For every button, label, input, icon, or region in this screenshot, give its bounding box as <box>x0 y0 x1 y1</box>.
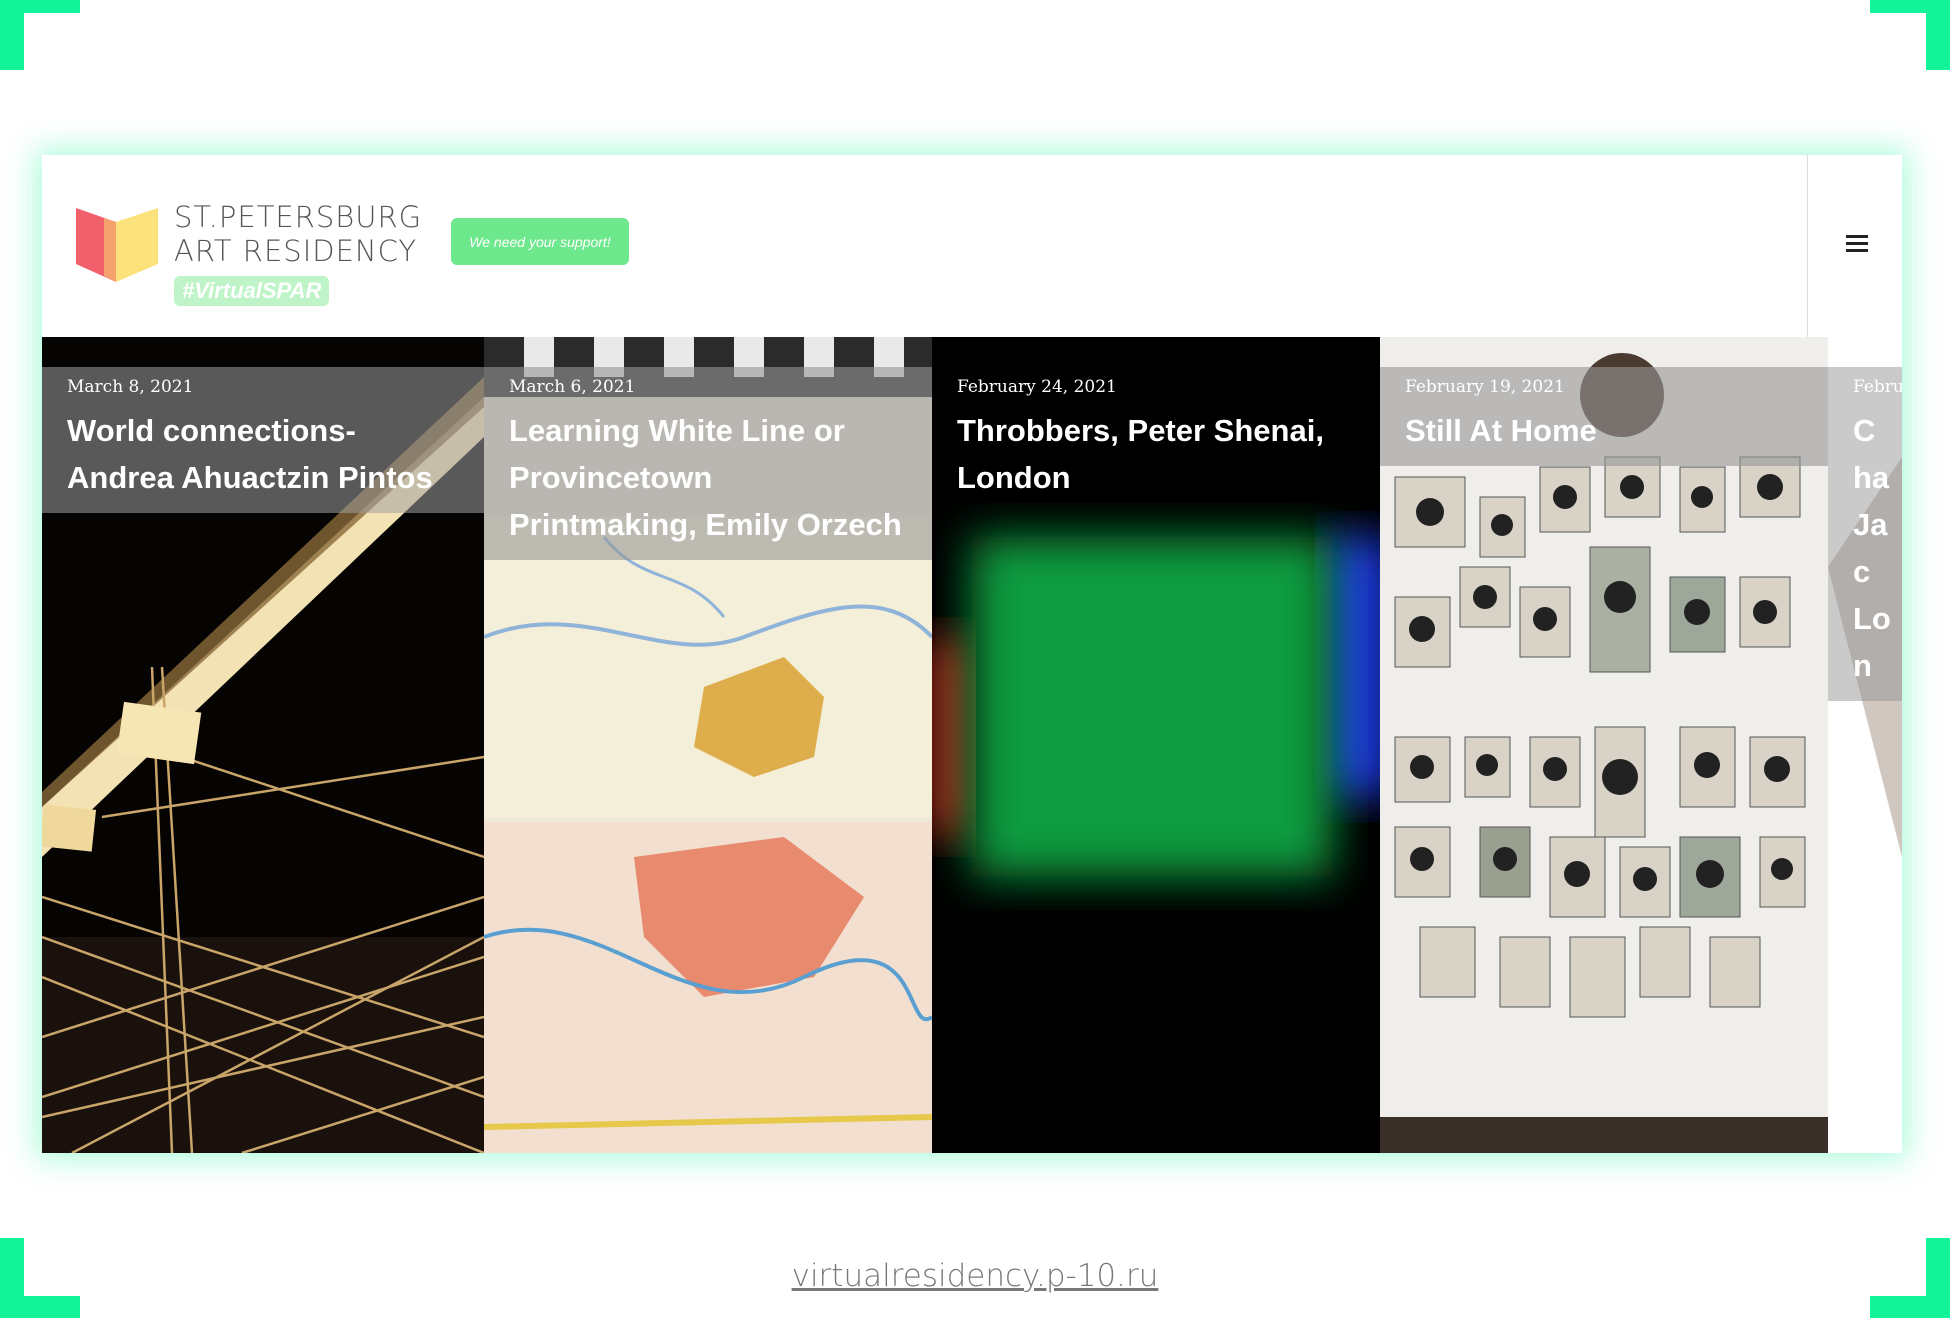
post-date: February 24, 2021 <box>957 377 1117 397</box>
logo-line-2: ART RESIDENCY <box>174 234 418 268</box>
post-card[interactable]: March 8, 2021 World connections- Andrea … <box>42 337 484 1153</box>
post-card[interactable]: March 6, 2021 Learning White Line or Pro… <box>484 337 932 1153</box>
post-date: Febru <box>1853 377 1902 397</box>
post-title[interactable]: Learning White Line or Provincetown Prin… <box>509 407 907 548</box>
website-screenshot-frame: ST.PETERSBURG ART RESIDENCY #VirtualSPAR… <box>42 155 1902 1153</box>
corner-bracket-top-left <box>0 0 80 70</box>
footer-url-link[interactable]: virtualresidency.p-10.ru <box>0 1258 1950 1294</box>
hamburger-menu-icon[interactable] <box>1846 235 1868 255</box>
support-button[interactable]: We need your support! <box>451 218 629 265</box>
post-date: March 8, 2021 <box>67 377 194 397</box>
post-caption: Febru Cha Jac Lon <box>1828 367 1902 701</box>
post-caption: March 8, 2021 World connections- Andrea … <box>42 367 484 513</box>
post-date: February 19, 2021 <box>1405 377 1565 397</box>
post-title[interactable]: Still At Home <box>1405 407 1803 454</box>
post-card[interactable]: February 19, 2021 Still At Home <box>1380 337 1828 1153</box>
post-card[interactable]: Febru Cha Jac Lon <box>1828 337 1902 1153</box>
site-header: ST.PETERSBURG ART RESIDENCY #VirtualSPAR… <box>42 155 1902 337</box>
post-date: March 6, 2021 <box>509 377 636 397</box>
post-title[interactable]: Throbbers, Peter Shenai, London <box>957 407 1355 501</box>
menu-toggle[interactable] <box>1807 155 1902 337</box>
logo-wordmark: ST.PETERSBURG ART RESIDENCY <box>174 200 422 268</box>
post-caption: February 24, 2021 Throbbers, Peter Shena… <box>932 367 1380 513</box>
book-cube-logo-icon <box>76 208 158 282</box>
posts-grid: March 8, 2021 World connections- Andrea … <box>42 337 1902 1153</box>
post-title[interactable]: World connections- Andrea Ahuactzin Pint… <box>67 407 459 501</box>
post-caption: February 19, 2021 Still At Home <box>1380 367 1828 466</box>
corner-bracket-top-right <box>1870 0 1950 70</box>
site-logo[interactable]: ST.PETERSBURG ART RESIDENCY #VirtualSPAR <box>74 200 421 310</box>
post-card[interactable]: February 24, 2021 Throbbers, Peter Shena… <box>932 337 1380 1153</box>
post-title[interactable]: Cha Jac Lon <box>1853 407 1893 689</box>
post-caption: March 6, 2021 Learning White Line or Pro… <box>484 367 932 560</box>
logo-line-1: ST.PETERSBURG <box>174 200 423 234</box>
virtual-spar-tag: #VirtualSPAR <box>174 276 330 306</box>
